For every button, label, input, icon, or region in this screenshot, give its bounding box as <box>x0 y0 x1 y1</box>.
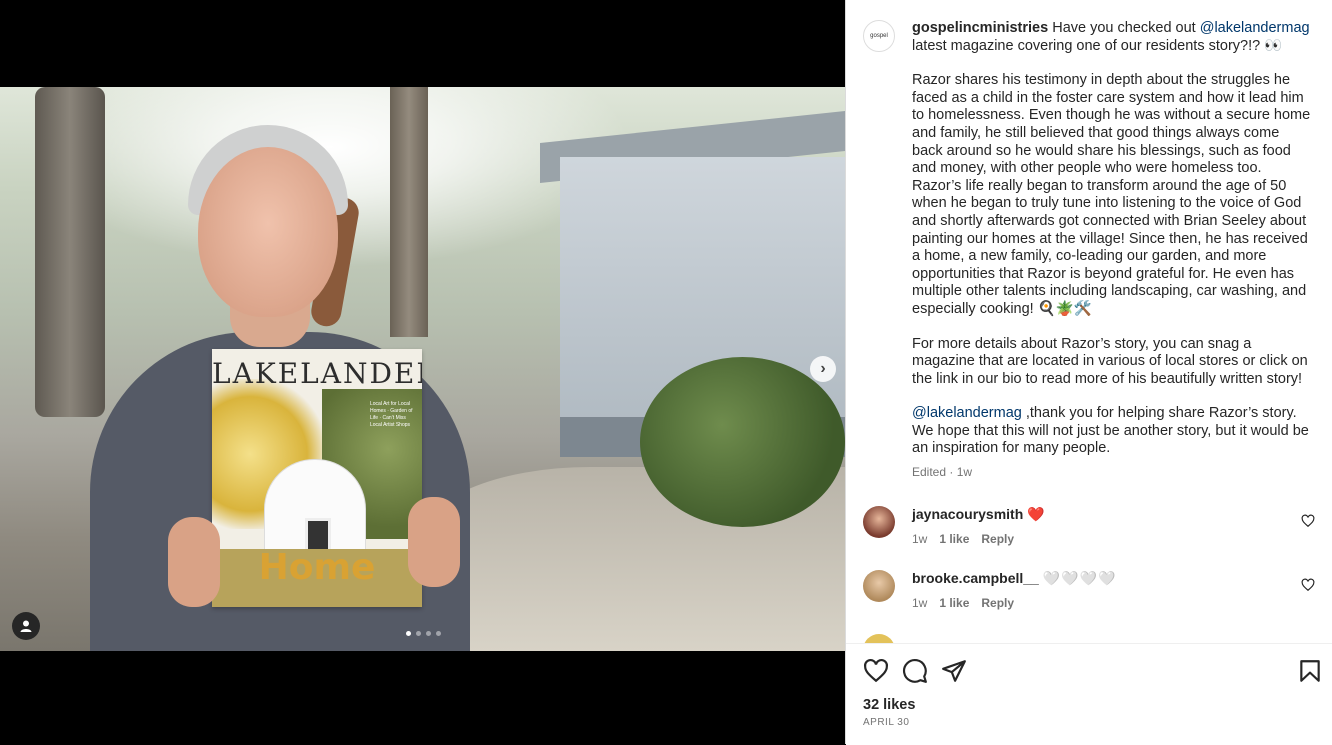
reply-button[interactable]: Reply <box>981 532 1014 546</box>
caption-paragraph-2: For more details about Razor’s story, yo… <box>912 335 1308 387</box>
comment-icon[interactable] <box>902 658 928 684</box>
bookmark-icon[interactable] <box>1297 658 1323 684</box>
carousel-dot <box>416 631 421 636</box>
heart-icon[interactable] <box>1301 578 1315 592</box>
tree-trunk-2 <box>390 87 428 337</box>
avatar-logo-text: gospel <box>870 33 888 39</box>
heart-icon[interactable] <box>1301 514 1315 528</box>
carousel-dots <box>406 631 441 636</box>
comment-content: ❤️ <box>1027 506 1045 522</box>
post-photo: LAKELANDER Local Art for Local Homes · G… <box>0 87 845 651</box>
tree-trunk <box>35 87 105 417</box>
share-icon[interactable] <box>941 658 967 684</box>
magazine-cover-word: Home <box>258 547 376 588</box>
mention-link[interactable]: @lakelandermag <box>1200 20 1310 36</box>
caption-intro-rest: latest magazine covering one of our resi… <box>912 37 1283 54</box>
comment-meta: 1w 1 like Reply <box>912 596 1014 610</box>
commenter-avatar[interactable] <box>863 634 895 643</box>
edited-timestamp: Edited · 1w <box>912 465 973 480</box>
comment-text: brooke.campbell__ 🤍🤍🤍🤍 <box>912 570 1116 587</box>
comment-time: 1w <box>912 596 928 610</box>
magazine-blurb: Local Art for Local Homes · Garden of Li… <box>370 401 413 428</box>
commenter-avatar[interactable] <box>863 506 895 538</box>
carousel-dot <box>436 631 441 636</box>
caption-paragraph-1: Razor shares his testimony in depth abou… <box>912 72 1311 317</box>
bush <box>640 357 845 527</box>
post-author-username[interactable]: gospelincministries <box>912 20 1048 36</box>
comment-item: brooke.campbell__ 🤍🤍🤍🤍 1w 1 like Reply <box>863 570 1323 620</box>
carousel-dot <box>406 631 411 636</box>
commenter-avatar[interactable] <box>863 570 895 602</box>
post-author-avatar[interactable]: gospel <box>863 20 895 52</box>
comment-time: 1w <box>912 532 928 546</box>
mention-link[interactable]: @lakelandermag <box>912 405 1022 421</box>
right-hand <box>408 497 460 587</box>
media-viewer: LAKELANDER Local Art for Local Homes · G… <box>0 0 845 744</box>
comment-like-count[interactable]: 1 like <box>939 532 969 546</box>
reply-button[interactable]: Reply <box>981 596 1014 610</box>
magazine-cover: LAKELANDER Local Art for Local Homes · G… <box>212 349 422 607</box>
next-arrow-icon[interactable]: › <box>810 356 836 382</box>
caption-intro: Have you checked out <box>1052 20 1196 36</box>
comment-meta: 1w 1 like Reply <box>912 532 1014 546</box>
post-date: APRIL 30 <box>863 717 910 728</box>
post-details-panel: gospel gospelincministries Have you chec… <box>845 0 1332 745</box>
comment-text: jaynacourysmith ❤️ <box>912 506 1045 523</box>
commenter-username[interactable]: jaynacourysmith <box>912 506 1023 522</box>
commenter-username[interactable]: brooke.campbell__ <box>912 570 1039 586</box>
comment-like-count[interactable]: 1 like <box>939 596 969 610</box>
comment-content: 🤍🤍🤍🤍 <box>1042 570 1117 586</box>
like-count[interactable]: 32 likes <box>863 697 915 713</box>
post-caption: gospelincministries Have you checked out… <box>912 20 1312 482</box>
heart-icon[interactable] <box>863 658 889 684</box>
left-hand <box>168 517 220 607</box>
post-actions-bar: 32 likes APRIL 30 <box>846 643 1332 745</box>
person-face <box>198 147 338 317</box>
carousel-dot <box>426 631 431 636</box>
comments-scroll-area[interactable]: gospel gospelincministries Have you chec… <box>846 0 1332 643</box>
comment-item: jaynacourysmith ❤️ 1w 1 like Reply <box>863 506 1323 556</box>
user-silhouette-icon <box>20 620 32 632</box>
user-tag-icon[interactable] <box>12 612 40 640</box>
magazine-title: LAKELANDER <box>212 357 422 390</box>
